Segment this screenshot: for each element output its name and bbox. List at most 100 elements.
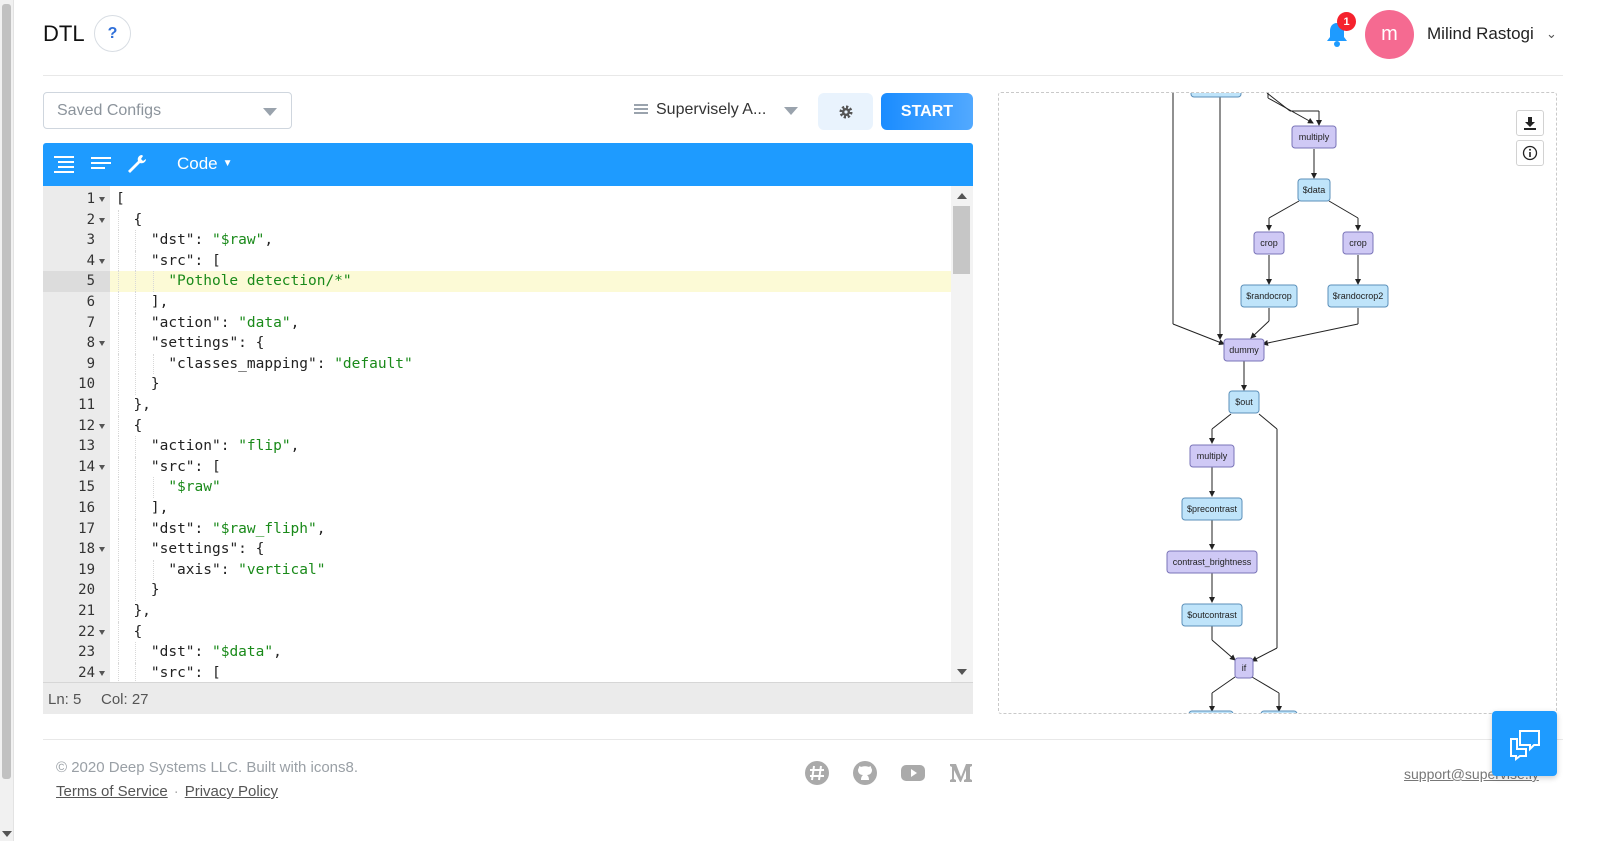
line-number: 6	[86, 294, 95, 310]
graph-node-contrast-brightness[interactable]: contrast_brightness	[1166, 550, 1258, 574]
code-line[interactable]: {	[110, 621, 951, 643]
code-line[interactable]: "dst": "$raw",	[110, 230, 951, 251]
fold-toggle-icon[interactable]	[99, 629, 105, 635]
terms-link[interactable]: Terms of Service	[56, 783, 168, 800]
graph-node-out[interactable]: $out	[1228, 390, 1260, 414]
string-token: "$raw_fliph"	[211, 520, 317, 537]
settings-button[interactable]	[818, 93, 873, 130]
code-token: "dst":	[150, 232, 212, 249]
code-line[interactable]: {	[110, 209, 951, 231]
download-button[interactable]	[1516, 110, 1544, 136]
fold-toggle-icon[interactable]	[99, 423, 105, 429]
format-icon[interactable]	[52, 153, 76, 175]
code-line[interactable]: {	[110, 415, 951, 437]
page-scrollbar-thumb[interactable]	[2, 4, 11, 779]
youtube-icon[interactable]	[900, 760, 926, 786]
svg-text:$outcontrast: $outcontrast	[1187, 610, 1237, 620]
code-line[interactable]: "axis": "vertical"	[110, 559, 951, 581]
code-line[interactable]: "action": "flip",	[110, 436, 951, 457]
code-line[interactable]: },	[110, 601, 951, 622]
code-line[interactable]: },	[110, 395, 951, 416]
start-button[interactable]: START	[881, 93, 973, 130]
graph-node-data[interactable]: $data	[1297, 178, 1331, 202]
graph-node-crop-2[interactable]: crop	[1342, 231, 1374, 255]
editor-scrollbar-thumb[interactable]	[953, 206, 970, 274]
indent-guide	[135, 436, 137, 457]
graph-node-if[interactable]: if	[1234, 657, 1254, 679]
graph-node-randocrop2[interactable]: $randocrop2	[1327, 284, 1389, 308]
pipeline-graph[interactable]: multiply $data crop crop $randocrop $ran…	[999, 93, 1557, 714]
indent-guide	[118, 456, 119, 478]
indent-guide	[135, 250, 137, 272]
scroll-down-arrow[interactable]	[957, 669, 967, 675]
chat-button[interactable]	[1492, 711, 1557, 776]
graph-node-dummy[interactable]: dummy	[1223, 338, 1265, 362]
chevron-down-icon[interactable]: ⌄	[1546, 26, 1557, 42]
page-scroll-down-arrow[interactable]	[2, 831, 12, 837]
graph-node-precontrast[interactable]: $precontrast	[1181, 497, 1243, 521]
avatar[interactable]: m	[1365, 10, 1414, 59]
user-name[interactable]: Milind Rastogi	[1427, 24, 1534, 44]
string-token: "flip"	[238, 438, 291, 455]
fold-toggle-icon[interactable]	[99, 670, 105, 676]
code-line[interactable]: "settings": {	[110, 333, 951, 354]
code-line[interactable]: "src": [	[110, 456, 951, 478]
mode-menu[interactable]: Code ▼	[177, 154, 233, 174]
github-icon[interactable]	[852, 760, 878, 786]
fold-toggle-icon[interactable]	[99, 547, 105, 553]
fold-toggle-icon[interactable]	[99, 197, 105, 202]
code-line[interactable]: }	[110, 580, 951, 601]
caret-down-icon: ▼	[222, 158, 233, 169]
graph-panel[interactable]: multiply $data crop crop $randocrop $ran…	[998, 92, 1557, 714]
string-token: "$data"	[211, 644, 274, 661]
fold-toggle-icon[interactable]	[99, 258, 105, 264]
fold-toggle-icon[interactable]	[99, 464, 105, 470]
indent-guide	[135, 539, 137, 560]
privacy-link[interactable]: Privacy Policy	[185, 783, 278, 800]
app-title: DTL	[43, 21, 85, 46]
editor-scrollbar[interactable]	[951, 186, 973, 682]
fold-toggle-icon[interactable]	[99, 341, 105, 347]
graph-node-multiply-mid[interactable]: multiply	[1189, 444, 1235, 468]
code-line[interactable]: "$raw"	[110, 477, 951, 498]
indent-guide	[135, 312, 137, 334]
code-line[interactable]: "classes_mapping": "default"	[110, 353, 951, 375]
graph-node-outcontrast[interactable]: $outcontrast	[1181, 603, 1243, 627]
indent-guide	[118, 353, 119, 375]
code-line[interactable]: ],	[110, 292, 951, 313]
page-scrollbar[interactable]	[0, 0, 14, 841]
code-line[interactable]: "dst": "$data",	[110, 642, 951, 663]
code-line[interactable]: ],	[110, 498, 951, 519]
svg-text:crop: crop	[1349, 238, 1367, 248]
code-line[interactable]: "action": "data",	[110, 312, 951, 334]
info-button[interactable]	[1516, 140, 1544, 166]
code-line[interactable]: "src": [	[110, 662, 951, 682]
string-token: "default"	[334, 355, 413, 372]
help-button[interactable]: ?	[94, 15, 131, 52]
compact-icon[interactable]	[89, 153, 113, 175]
svg-text:crop: crop	[1260, 238, 1278, 248]
code-line[interactable]: "settings": {	[110, 539, 951, 560]
code-token: "action":	[150, 438, 239, 455]
fold-toggle-icon[interactable]	[99, 217, 105, 223]
indent-guide	[135, 333, 137, 354]
agent-select[interactable]: Supervisely A...	[634, 100, 804, 122]
code-line[interactable]: "dst": "$raw_fliph",	[110, 518, 951, 540]
editor-toolbar: Code ▼	[43, 143, 973, 186]
code-line[interactable]: [	[110, 189, 951, 210]
line-number: 13	[78, 438, 95, 455]
caret-down-icon	[784, 107, 798, 115]
scroll-up-arrow[interactable]	[957, 193, 967, 199]
code-line[interactable]: }	[110, 374, 951, 395]
code-line[interactable]: "Pothole detection/*"	[110, 271, 951, 292]
code-line[interactable]: "src": [	[110, 250, 951, 272]
graph-node-multiply-top[interactable]: multiply	[1291, 125, 1337, 149]
medium-icon[interactable]	[948, 760, 974, 786]
code-area[interactable]: [{"dst": "$raw", "src": ["Pothole detecti…	[110, 186, 951, 682]
slack-icon[interactable]	[804, 760, 830, 786]
graph-node-randocrop[interactable]: $randocrop	[1240, 284, 1298, 308]
wrench-icon[interactable]	[125, 153, 149, 175]
saved-configs-select[interactable]: Saved Configs	[43, 92, 292, 129]
graph-node-crop-1[interactable]: crop	[1253, 231, 1285, 255]
link-separator: ·	[173, 783, 179, 800]
